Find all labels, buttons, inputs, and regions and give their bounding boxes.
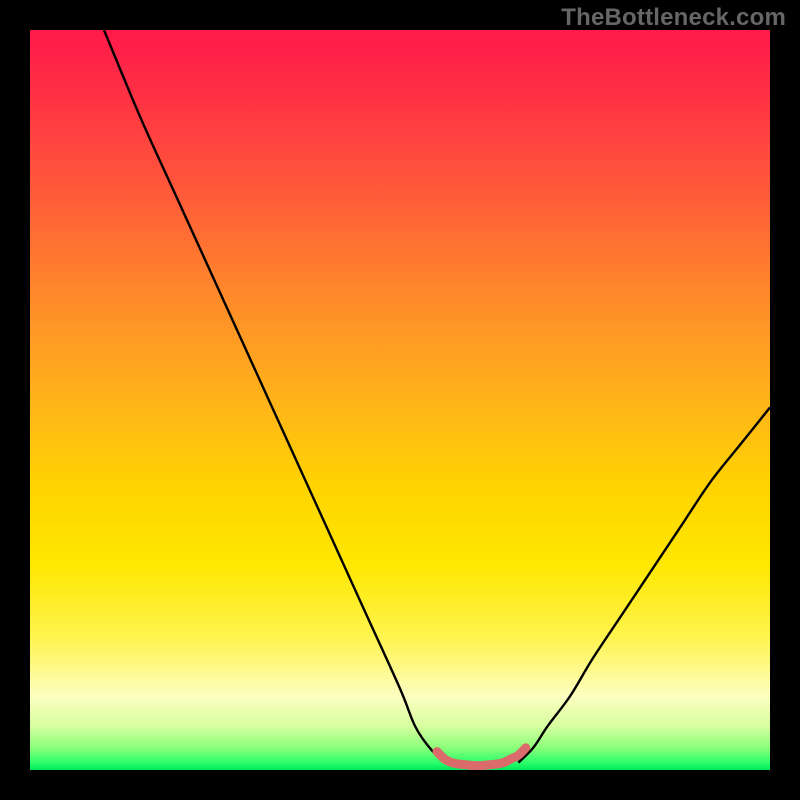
chart-stage: TheBottleneck.com — [0, 0, 800, 800]
plot-area — [30, 30, 770, 770]
right-curve — [518, 407, 770, 762]
bottom-highlight — [437, 748, 526, 766]
watermark-text: TheBottleneck.com — [561, 4, 786, 32]
left-curve — [104, 30, 444, 763]
curve-layer — [30, 30, 770, 770]
